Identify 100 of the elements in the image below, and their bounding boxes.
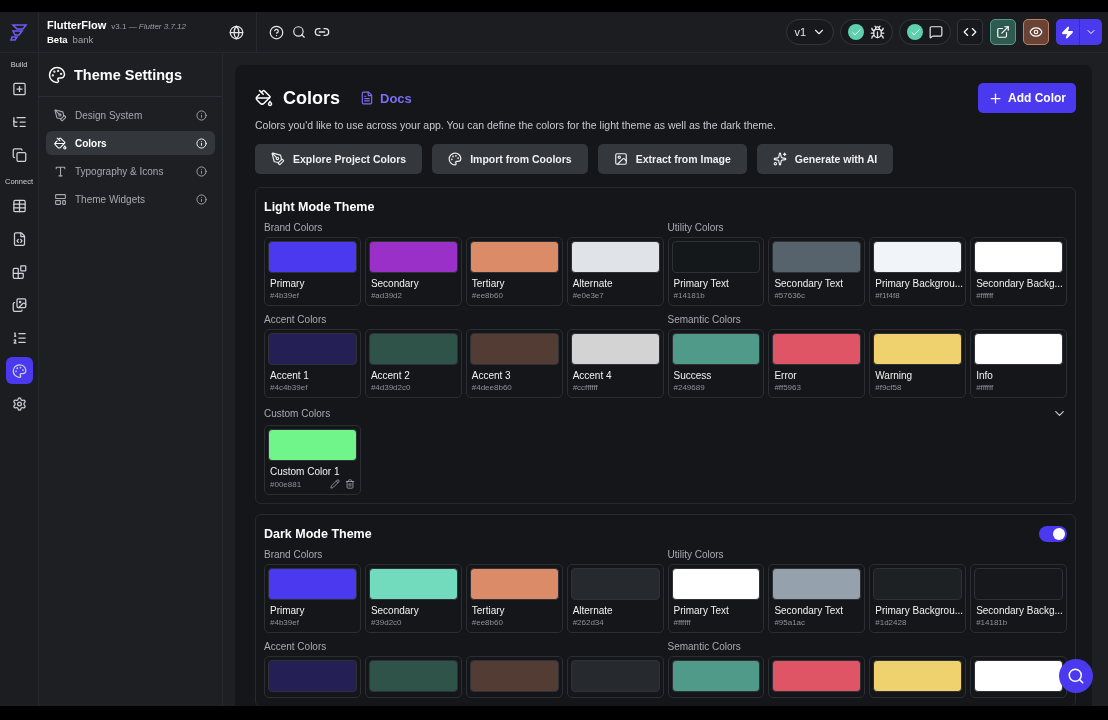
color-name: Secondary Text: [773, 604, 845, 616]
color-name: Secondary: [369, 277, 420, 289]
color-card[interactable]: Tertiary #ee8b60: [465, 564, 563, 633]
preview-button[interactable]: [1023, 19, 1049, 45]
color-name: Primary Backgrou...: [874, 604, 963, 616]
info-icon[interactable]: [196, 109, 207, 121]
color-hex: #f9cf58: [875, 383, 902, 392]
color-card[interactable]: Primary #4b39ef: [264, 237, 361, 306]
color-card[interactable]: [465, 656, 563, 698]
color-card[interactable]: [667, 656, 765, 698]
action-button[interactable]: Import from Coolors: [432, 144, 588, 174]
color-hex: #1d2428: [875, 618, 907, 627]
help-icon[interactable]: [269, 24, 284, 40]
color-name: Alternate: [571, 277, 614, 289]
sidebar-item[interactable]: Theme Widgets: [46, 187, 215, 211]
open-external-button[interactable]: [990, 19, 1016, 45]
action-button[interactable]: Explore Project Colors: [255, 144, 423, 174]
color-card[interactable]: Tertiary #ee8b60: [465, 237, 563, 306]
image-icon: [613, 152, 628, 166]
color-card[interactable]: Primary Text #14181b: [667, 237, 765, 306]
search-icon[interactable]: [292, 25, 306, 39]
color-card[interactable]: Primary #4b39ef: [264, 564, 361, 633]
color-card[interactable]: Primary Backgrou... #f1f4f8: [869, 237, 967, 306]
color-card[interactable]: Alternate #e0e3e7: [566, 237, 664, 306]
nav-icon: [11, 263, 27, 280]
action-button[interactable]: Extract from Image: [597, 144, 747, 174]
color-card[interactable]: Accent 1 #4c4b39ef: [264, 329, 361, 398]
eye-icon: [1029, 25, 1043, 39]
app-name: FlutterFlow: [47, 19, 107, 31]
color-hex: #f1f4f8: [875, 291, 900, 300]
sidebar-item[interactable]: Colors: [46, 131, 215, 155]
info-icon[interactable]: [196, 193, 207, 205]
color-card[interactable]: Warning #f9cf58: [869, 329, 967, 398]
color-card[interactable]: Info #ffffff: [970, 329, 1067, 398]
comments-status[interactable]: [899, 19, 951, 45]
globe-icon[interactable]: [229, 24, 244, 40]
color-card[interactable]: Secondary Backg... #ffffff: [970, 237, 1067, 306]
color-name: Accent 2: [369, 369, 411, 381]
color-card[interactable]: Primary Backgrou... #1d2428: [869, 564, 967, 633]
run-button[interactable]: [1056, 19, 1102, 45]
sidebar-title: Theme Settings: [74, 66, 182, 83]
sidebar-item[interactable]: Typography & Icons: [46, 159, 215, 183]
debug-status[interactable]: [840, 19, 893, 45]
color-hex: #262d34: [572, 618, 604, 627]
layout-icon: [54, 192, 67, 206]
document-icon: [360, 91, 374, 105]
rail-button[interactable]: [5, 357, 33, 384]
color-hex: #ffffff: [976, 383, 994, 392]
color-card[interactable]: Accent 4 #ccffffff: [566, 329, 664, 398]
group-label: Brand Colors: [264, 222, 323, 233]
lightning-icon: [1061, 25, 1074, 39]
color-card[interactable]: [970, 656, 1067, 698]
color-hex: #ad39d2: [370, 291, 403, 300]
docs-link[interactable]: Docs: [360, 90, 412, 106]
text-icon: [54, 164, 67, 178]
color-card[interactable]: Primary Text #ffffff: [667, 564, 765, 633]
sidebar-item[interactable]: Design System: [46, 103, 215, 127]
pen-ruler-icon: [271, 152, 285, 166]
color-hex: #95a1ac: [774, 618, 806, 627]
code-button[interactable]: [957, 19, 983, 45]
action-button[interactable]: Generate with AI: [756, 144, 894, 174]
group-label: Accent Colors: [264, 314, 327, 325]
info-icon[interactable]: [196, 165, 207, 177]
color-card[interactable]: [264, 656, 361, 698]
nav-icon: [11, 296, 27, 313]
color-hex: #e0e3e7: [572, 291, 604, 300]
project-name: bank: [72, 34, 94, 45]
color-card[interactable]: Success #249689: [667, 329, 765, 398]
color-card[interactable]: Accent 2 #4d39d2c0: [364, 329, 462, 398]
branch-dropdown[interactable]: v1: [786, 19, 834, 45]
logo-icon: [9, 22, 29, 42]
color-name: Custom Color 1: [269, 465, 341, 477]
edit-icon[interactable]: [329, 479, 340, 489]
color-card[interactable]: [768, 656, 866, 698]
color-card[interactable]: Secondary #ad39d2: [364, 237, 462, 306]
theme-toggle[interactable]: [1039, 526, 1067, 542]
color-name: Success: [672, 369, 713, 381]
color-card[interactable]: Error #ff5963: [768, 329, 866, 398]
color-card[interactable]: Secondary Backg... #14181b: [970, 564, 1067, 633]
color-card[interactable]: [566, 656, 664, 698]
color-card[interactable]: Custom Color 1 #00e881: [264, 425, 361, 495]
color-card[interactable]: Secondary #39d2c0: [364, 564, 462, 633]
color-name: Primary: [269, 604, 306, 616]
color-name: Error: [773, 369, 798, 381]
nav-icon: [11, 197, 27, 214]
color-card[interactable]: Secondary Text #57636c: [768, 237, 866, 306]
color-hex: #4d39d2c0: [370, 383, 411, 392]
color-card[interactable]: Alternate #262d34: [566, 564, 664, 633]
color-card[interactable]: Accent 3 #4dee8b60: [465, 329, 563, 398]
sparkles-icon: [772, 152, 787, 166]
color-card[interactable]: Secondary Text #95a1ac: [768, 564, 866, 633]
add-color-button[interactable]: Add Color: [978, 83, 1076, 113]
color-hex: #ffffff: [673, 618, 691, 627]
plus-icon: [988, 90, 1003, 106]
version-label: v3.1 — Flutter 3.7.12: [111, 22, 186, 31]
color-card[interactable]: [364, 656, 462, 698]
delete-icon[interactable]: [344, 479, 355, 489]
color-name: Primary Text: [672, 604, 730, 616]
pen-ruler-icon: [54, 108, 67, 122]
color-card[interactable]: [869, 656, 967, 698]
